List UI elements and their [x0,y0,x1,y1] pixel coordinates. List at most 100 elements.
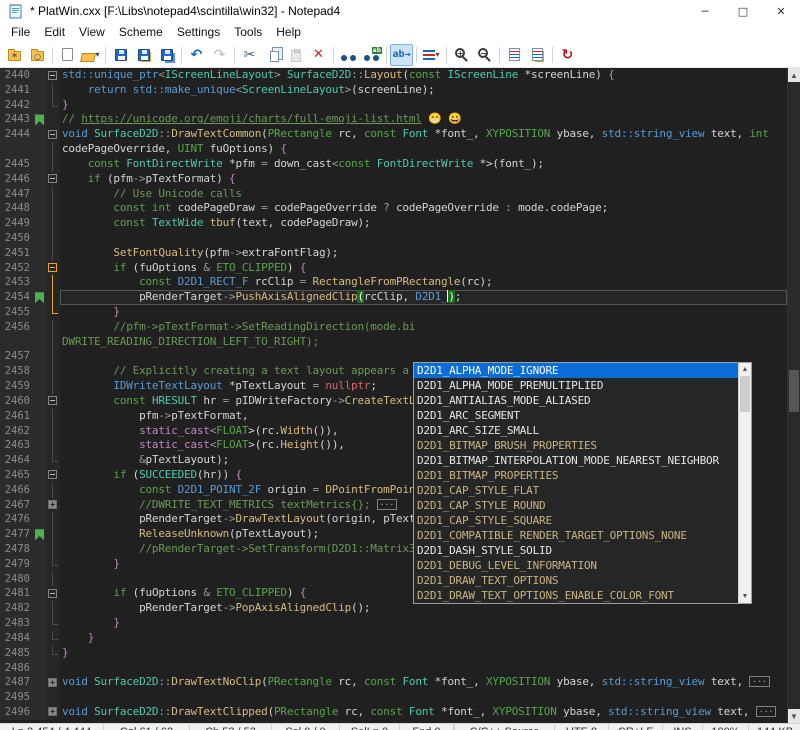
line-number[interactable]: 2452 [0,261,34,276]
bookmark-margin[interactable] [34,112,46,127]
bookmark-margin[interactable] [34,631,46,646]
fold-margin[interactable] [46,527,60,542]
delete-button[interactable]: ✕ [307,44,330,66]
line-number[interactable]: 2487 [0,675,34,690]
code-text[interactable]: const TextWide tbuf(text, codePageDraw); [60,216,787,231]
menu-tools[interactable]: Tools [227,23,269,41]
bookmark-margin[interactable] [34,438,46,453]
line-number[interactable]: 2463 [0,438,34,453]
line-number[interactable]: 2451 [0,246,34,261]
open-file-button[interactable]: ▾ [79,44,102,66]
exit-button[interactable]: ↻ [556,44,579,66]
line-number[interactable]: 2462 [0,424,34,439]
bookmark-margin[interactable] [34,468,46,483]
line-number[interactable]: 2454 [0,290,34,305]
fold-margin[interactable] [46,394,60,409]
scroll-up-arrow-icon[interactable]: ▲ [788,68,800,82]
bookmark-margin[interactable] [34,157,46,172]
code-line-2456[interactable]: 2456 //pfm->pTextFormat->SetReadingDirec… [0,320,787,335]
save-all-button[interactable] [155,44,178,66]
code-line-2454[interactable]: 2454 pRenderTarget->PushAxisAlignedClip(… [0,290,787,305]
autocomplete-list[interactable]: D2D1_ALPHA_MODE_IGNORED2D1_ALPHA_MODE_PR… [414,363,738,603]
status-overtype[interactable]: INS [663,724,703,730]
menu-settings[interactable]: Settings [170,23,227,41]
fold-open-icon[interactable] [48,130,57,139]
bookmark-margin[interactable] [34,187,46,202]
line-number[interactable]: 2480 [0,572,34,587]
favorites-folder-button[interactable] [3,44,26,66]
bookmark-margin[interactable] [34,68,46,83]
code-line-2442[interactable]: 2442} [0,98,787,113]
fold-margin[interactable] [46,320,60,335]
bookmark-margin[interactable] [34,142,46,157]
code-line-2496[interactable]: 2496void SurfaceD2D::DrawTextClipped(PRe… [0,705,787,720]
save-file-button[interactable] [109,44,132,66]
code-text[interactable]: } [60,646,787,661]
code-text[interactable] [60,661,787,676]
fold-margin[interactable] [46,690,60,705]
bookmark-icon[interactable] [35,529,44,540]
code-text[interactable]: SetFontQuality(pfm->extraFontFlag); [60,246,787,261]
bookmark-margin[interactable] [34,409,46,424]
zoom-out-button[interactable]: − [473,44,496,66]
line-number[interactable]: 2440 [0,68,34,83]
bookmark-margin[interactable] [34,246,46,261]
fold-collapsed-icon[interactable] [48,500,57,509]
code-text[interactable]: codePageOverride, UINT fuOptions) { [60,142,787,157]
bookmark-margin[interactable] [34,216,46,231]
line-number[interactable]: 2453 [0,275,34,290]
fold-open-icon[interactable] [48,470,57,479]
menu-edit[interactable]: Edit [37,23,72,41]
bookmark-margin[interactable] [34,557,46,572]
line-number[interactable]: 2476 [0,512,34,527]
code-line-wrap[interactable]: codePageOverride, UINT fuOptions) { [0,142,787,157]
line-number[interactable] [0,142,34,157]
line-number[interactable]: 2443 [0,112,34,127]
line-number[interactable]: 2486 [0,661,34,676]
code-text[interactable]: } [60,305,787,320]
code-text[interactable] [60,690,787,705]
bookmark-margin[interactable] [34,690,46,705]
undo-button[interactable]: ↶ [185,44,208,66]
code-text[interactable]: pRenderTarget->PushAxisAlignedClip(rcCli… [60,290,787,305]
open-file-dropdown-icon[interactable]: ▾ [95,50,99,59]
code-line-2455[interactable]: 2455 } [0,305,787,320]
fold-collapsed-icon[interactable] [48,707,57,716]
line-number[interactable]: 2455 [0,305,34,320]
fold-collapsed-icon[interactable] [48,678,57,687]
code-line-2444[interactable]: 2444void SurfaceD2D::DrawTextCommon(PRec… [0,127,787,142]
code-text[interactable]: void SurfaceD2D::DrawTextNoClip(PRectang… [60,675,787,690]
fold-margin[interactable] [46,290,60,305]
fold-margin[interactable] [46,379,60,394]
fold-margin[interactable] [46,557,60,572]
scroll-thumb[interactable] [789,370,799,412]
popup-scroll-up-icon[interactable]: ▲ [739,363,751,376]
status-zoom[interactable]: 100% [703,724,749,730]
code-text[interactable]: DWRITE_READING_DIRECTION_LEFT_TO_RIGHT); [60,335,787,350]
fold-margin[interactable] [46,586,60,601]
fold-margin[interactable] [46,572,60,587]
fold-margin[interactable] [46,542,60,557]
code-text[interactable]: void SurfaceD2D::DrawTextCommon(PRectang… [60,127,787,142]
code-text[interactable]: if (pfm->pTextFormat) { [60,172,787,187]
autocomplete-scrollbar[interactable]: ▲ ▼ [738,363,751,603]
fold-open-icon[interactable] [48,71,57,80]
bookmark-margin[interactable] [34,127,46,142]
copy-button[interactable] [261,44,284,66]
line-number[interactable]: 2446 [0,172,34,187]
code-line-2487[interactable]: 2487 void SurfaceD2D::DrawTextNoClip(PRec… [0,675,787,690]
fold-margin[interactable] [46,142,60,157]
redo-button[interactable]: ↷ [208,44,231,66]
replace-button[interactable]: ab [360,44,383,66]
fold-margin[interactable] [46,468,60,483]
autocomplete-item[interactable]: D2D1_DRAW_TEXT_OPTIONS [414,573,738,588]
fold-margin[interactable] [46,305,60,320]
line-number[interactable]: 2477 [0,527,34,542]
code-line-2445[interactable]: 2445 const FontDirectWrite *pfm = down_c… [0,157,787,172]
bookmark-icon[interactable] [35,292,44,303]
line-number[interactable]: 2449 [0,216,34,231]
autocomplete-item[interactable]: D2D1_ALPHA_MODE_IGNORE [414,363,738,378]
bookmark-margin[interactable] [34,290,46,305]
bookmark-margin[interactable] [34,424,46,439]
editor-scrollbar[interactable]: ▲ ▼ [787,68,800,723]
